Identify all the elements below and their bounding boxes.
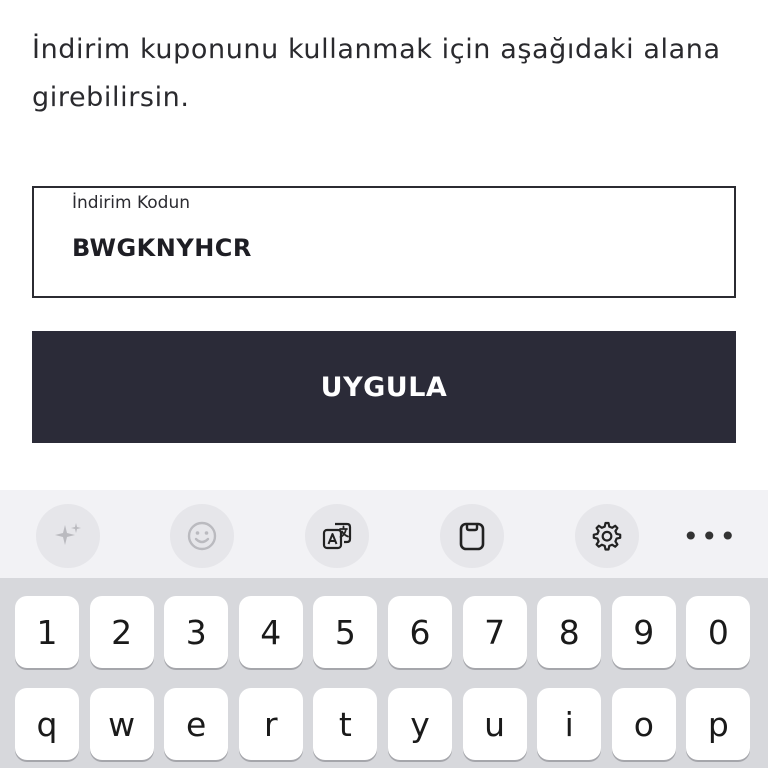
coupon-code-input[interactable] (72, 234, 672, 262)
key-1[interactable]: 1 (15, 596, 79, 668)
emoji-icon[interactable] (170, 504, 234, 568)
key-i[interactable]: i (537, 688, 602, 760)
instruction-text: İndirim kuponunu kullanmak için aşağıdak… (32, 34, 721, 113)
key-4[interactable]: 4 (238, 596, 303, 668)
key-2[interactable]: 2 (89, 596, 154, 668)
key-5[interactable]: 5 (313, 596, 378, 668)
key-t[interactable]: t (313, 688, 378, 760)
apply-button[interactable]: UYGULA (32, 331, 736, 443)
key-6[interactable]: 6 (388, 596, 452, 668)
key-q[interactable]: q (15, 688, 79, 760)
keyboard: ••• 1234567890 qwertyuiop (0, 490, 768, 768)
key-9[interactable]: 9 (611, 596, 676, 668)
key-e[interactable]: e (164, 688, 229, 760)
coupon-code-label: İndirim Kodun (72, 193, 191, 213)
sparkles-icon[interactable] (36, 504, 100, 568)
translate-icon[interactable] (305, 504, 369, 568)
coupon-page: İndirim kuponunu kullanmak için aşağıdak… (0, 0, 768, 490)
key-r[interactable]: r (238, 688, 303, 760)
keyboard-toolbar: ••• (0, 490, 768, 578)
key-8[interactable]: 8 (537, 596, 602, 668)
more-icon[interactable]: ••• (682, 520, 738, 553)
key-w[interactable]: w (89, 688, 154, 760)
key-7[interactable]: 7 (462, 596, 527, 668)
settings-icon[interactable] (575, 504, 639, 568)
key-y[interactable]: y (388, 688, 452, 760)
clipboard-icon[interactable] (440, 504, 504, 568)
key-3[interactable]: 3 (164, 596, 229, 668)
key-0[interactable]: 0 (686, 596, 751, 668)
key-p[interactable]: p (686, 688, 751, 760)
key-u[interactable]: u (462, 688, 527, 760)
coupon-code-field[interactable]: İndirim Kodun (32, 186, 736, 298)
key-o[interactable]: o (611, 688, 676, 760)
